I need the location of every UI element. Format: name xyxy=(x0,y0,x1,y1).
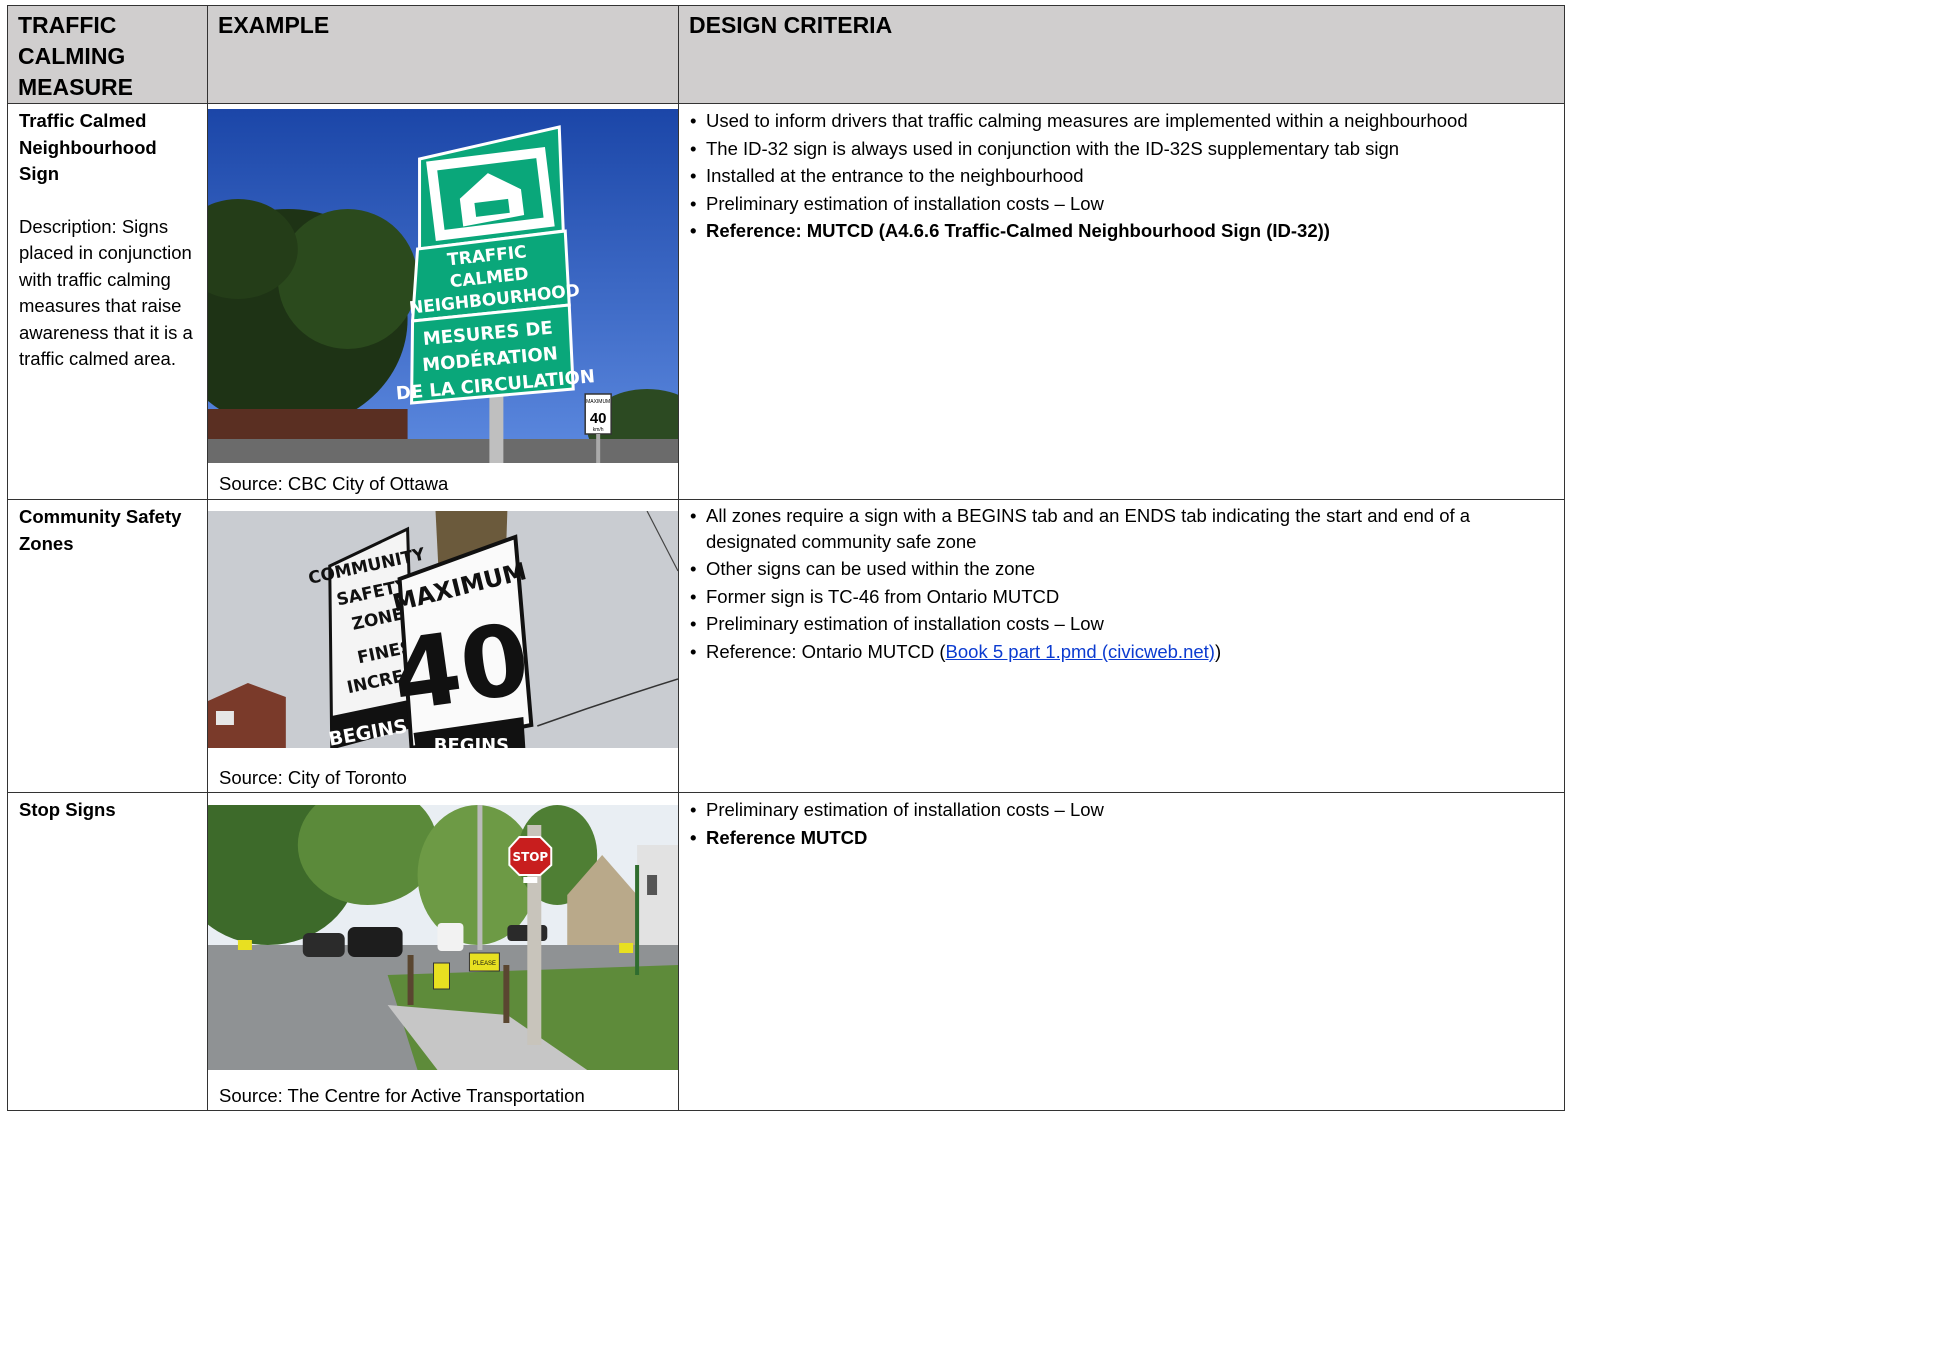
list-item: Reference: MUTCD (A4.6.6 Traffic-Calmed … xyxy=(690,217,1554,245)
list-item: Reference: Ontario MUTCD (Book 5 part 1.… xyxy=(690,638,1554,666)
measure-cell: Traffic Calmed Neighbourhood Sign Descri… xyxy=(7,103,208,500)
measure-name: Stop Signs xyxy=(19,799,116,820)
criteria-cell: Used to inform drivers that traffic calm… xyxy=(678,103,1565,500)
list-item: Installed at the entrance to the neighbo… xyxy=(690,162,1554,190)
measure-cell: Community Safety Zones xyxy=(7,499,208,793)
stop-sign-photo: PLEASE STOP xyxy=(208,805,678,1070)
criteria-list: Used to inform drivers that traffic calm… xyxy=(690,107,1554,245)
reference-prefix: Reference: Ontario MUTCD ( xyxy=(706,640,946,662)
measure-name: Traffic Calmed Neighbourhood Sign xyxy=(19,110,157,184)
criteria-cell: All zones require a sign with a BEGINS t… xyxy=(678,499,1565,793)
header-criteria: DESIGN CRITERIA xyxy=(678,5,1565,104)
table-row: Community Safety Zones COMMUNITY SAFETY … xyxy=(7,499,1565,793)
example-cell: COMMUNITY SAFETY ZONE FINES INCREASE BEG… xyxy=(207,499,679,793)
traffic-calming-table: TRAFFIC CALMING MEASURE EXAMPLE DESIGN C… xyxy=(7,5,1565,1111)
photo-source: Source: The Centre for Active Transporta… xyxy=(219,1085,585,1106)
svg-text:STOP: STOP xyxy=(512,850,548,864)
example-cell: TRAFFIC CALMED NEIGHBOURHOOD MESURES DE … xyxy=(207,103,679,500)
table-row: Traffic Calmed Neighbourhood Sign Descri… xyxy=(7,103,1565,500)
criteria-list: Preliminary estimation of installation c… xyxy=(690,796,1554,851)
table-header-row: TRAFFIC CALMING MEASURE EXAMPLE DESIGN C… xyxy=(7,5,1565,104)
list-item: Preliminary estimation of installation c… xyxy=(690,796,1554,824)
reference-link[interactable]: Book 5 part 1.pmd (civicweb.net) xyxy=(946,641,1215,662)
svg-text:40: 40 xyxy=(386,602,537,734)
community-safety-zone-photo: COMMUNITY SAFETY ZONE FINES INCREASE BEG… xyxy=(208,511,678,748)
criteria-list: All zones require a sign with a BEGINS t… xyxy=(690,503,1554,665)
header-example: EXAMPLE xyxy=(207,5,679,104)
table-row: Stop Signs PLEASE STOP Source: The Centr… xyxy=(7,792,1565,1111)
svg-text:MAXIMUM: MAXIMUM xyxy=(586,399,610,405)
traffic-calmed-sign-photo: TRAFFIC CALMED NEIGHBOURHOOD MESURES DE … xyxy=(208,109,678,463)
svg-text:km/h: km/h xyxy=(593,427,604,433)
measure-name: Community Safety Zones xyxy=(19,506,182,554)
svg-text:PLEASE: PLEASE xyxy=(473,961,496,967)
measure-cell: Stop Signs xyxy=(7,792,208,1111)
criteria-cell: Preliminary estimation of installation c… xyxy=(678,792,1565,1111)
list-item: All zones require a sign with a BEGINS t… xyxy=(690,503,1554,555)
list-item: Other signs can be used within the zone xyxy=(690,555,1554,583)
list-item: Former sign is TC-46 from Ontario MUTCD xyxy=(690,583,1554,611)
photo-source: Source: City of Toronto xyxy=(219,767,407,788)
svg-text:40: 40 xyxy=(590,410,607,427)
reference-suffix: ) xyxy=(1214,640,1222,662)
list-item: Preliminary estimation of installation c… xyxy=(690,610,1554,638)
list-item: Used to inform drivers that traffic calm… xyxy=(690,107,1554,135)
example-cell: PLEASE STOP Source: The Centre for Activ… xyxy=(207,792,679,1111)
photo-source: Source: CBC City of Ottawa xyxy=(219,473,449,494)
measure-description: Description: Signs placed in conjunction… xyxy=(19,215,193,370)
list-item: Preliminary estimation of installation c… xyxy=(690,190,1554,218)
list-item: The ID-32 sign is always used in conjunc… xyxy=(690,135,1554,163)
header-measure: TRAFFIC CALMING MEASURE xyxy=(7,5,208,104)
list-item: Reference MUTCD xyxy=(690,824,1554,852)
svg-text:BEGINS: BEGINS xyxy=(434,735,509,748)
